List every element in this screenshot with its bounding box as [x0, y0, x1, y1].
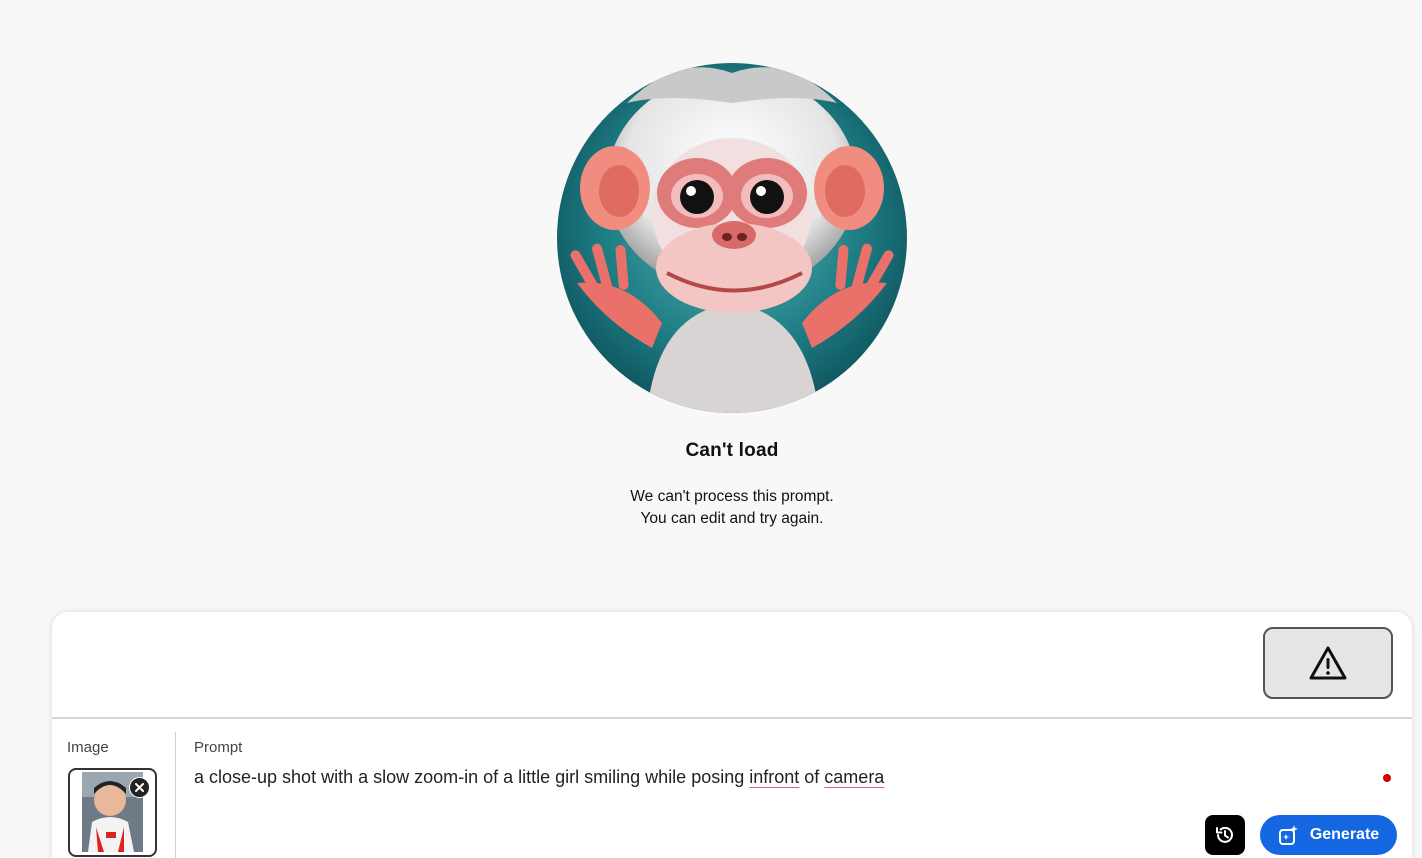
- warning-button[interactable]: [1263, 627, 1393, 699]
- prompt-label: Prompt: [194, 739, 243, 756]
- monkey-illustration: [557, 63, 907, 413]
- prompt-text-part2: of: [799, 767, 825, 787]
- panel-divider: [52, 717, 1412, 719]
- spellcheck-word-infront: infront: [749, 767, 800, 787]
- error-message-line2: You can edit and try again.: [640, 510, 824, 527]
- warning-triangle-icon: [1309, 646, 1347, 680]
- prompt-text-part1: a close-up shot with a slow zoom-in of a…: [194, 767, 750, 787]
- close-icon: [135, 783, 144, 792]
- column-divider: [175, 732, 176, 858]
- required-indicator-dot: [1383, 774, 1391, 782]
- history-icon: [1216, 826, 1233, 843]
- page: Can't load We can't process this prompt.…: [0, 0, 1422, 858]
- remove-image-button[interactable]: [129, 777, 150, 798]
- error-message-line1: We can't process this prompt.: [630, 488, 834, 505]
- generate-label: Generate: [1309, 826, 1380, 843]
- generate-sparkle-icon: [1278, 825, 1298, 845]
- generate-button[interactable]: Generate: [1260, 815, 1397, 855]
- image-label: Image: [67, 739, 109, 756]
- error-message: We can't process this prompt. You can ed…: [0, 486, 1422, 530]
- reference-image-thumbnail[interactable]: [68, 768, 157, 857]
- prompt-panel: Image Prompt a close-up shot with a slow…: [52, 612, 1412, 858]
- spellcheck-word-camera: camera: [824, 767, 885, 787]
- history-button[interactable]: [1205, 815, 1245, 855]
- prompt-input[interactable]: a close-up shot with a slow zoom-in of a…: [194, 767, 1344, 788]
- error-title: Can't load: [685, 440, 779, 461]
